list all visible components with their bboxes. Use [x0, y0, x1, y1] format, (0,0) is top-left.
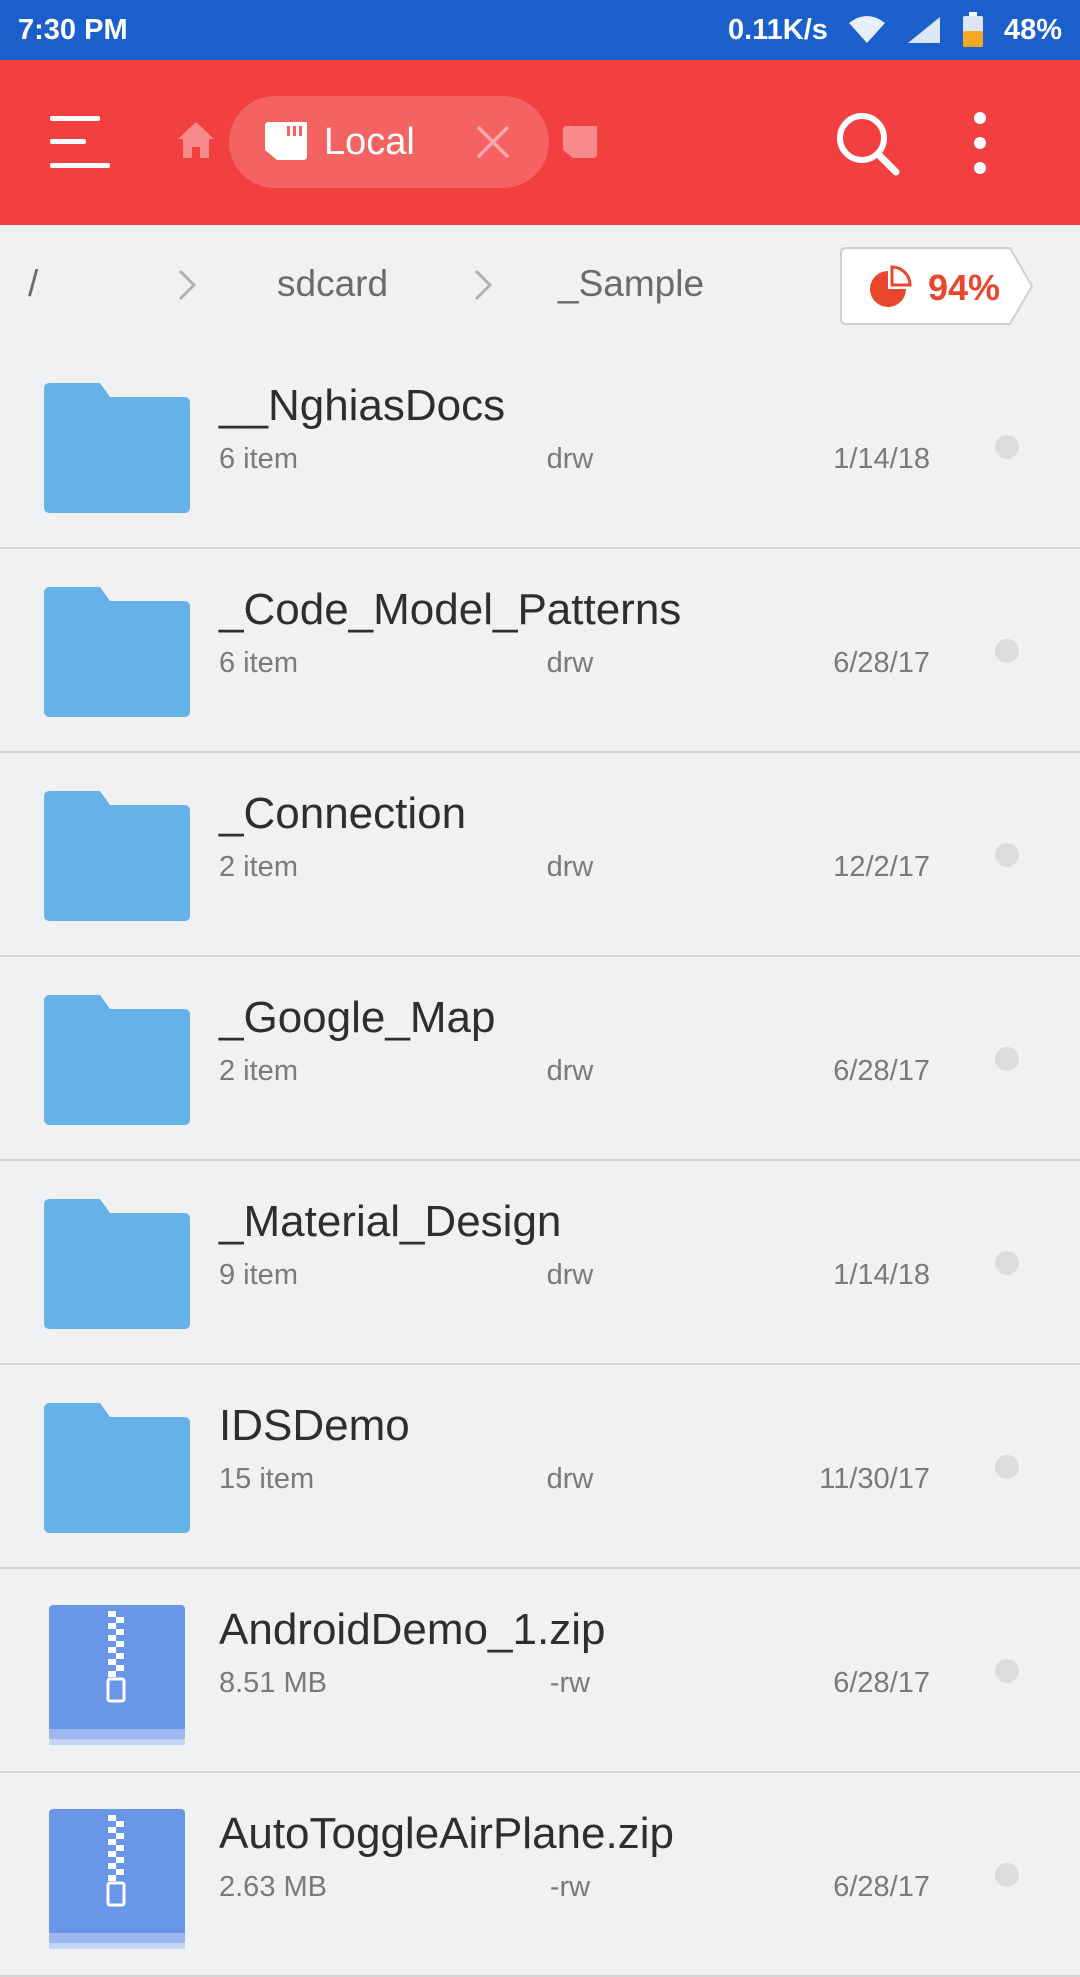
file-name: _Material_Design: [219, 1197, 562, 1246]
file-date: 12/2/17: [833, 851, 930, 883]
file-permissions: drw: [546, 1055, 594, 1087]
file-name: _Connection: [219, 789, 467, 838]
sdcard-icon: [265, 122, 307, 160]
file-row[interactable]: AutoToggleAirPlane.zip 2.63 MB -rw 6/28/17: [0, 1773, 1080, 1977]
storage-usage-badge[interactable]: 94%: [840, 247, 1034, 325]
file-permissions: drw: [546, 647, 594, 679]
home-icon[interactable]: [176, 120, 216, 160]
file-permissions: drw: [546, 1463, 594, 1495]
chevron-right-icon: [474, 269, 493, 301]
folder-icon: [44, 995, 190, 1125]
signal-icon: [907, 17, 940, 43]
breadcrumb-root[interactable]: /: [28, 263, 38, 305]
folder-icon: [44, 587, 190, 717]
file-name: AutoToggleAirPlane.zip: [219, 1809, 674, 1858]
file-name: _Code_Model_Patterns: [219, 585, 682, 634]
file-row[interactable]: _Code_Model_Patterns 6 item drw 6/28/17: [0, 549, 1080, 753]
tab-local[interactable]: Local: [229, 96, 549, 188]
file-permissions: drw: [546, 1259, 594, 1291]
file-date: 6/28/17: [833, 1055, 930, 1087]
battery-icon: [962, 12, 983, 47]
file-date: 6/28/17: [833, 647, 930, 679]
file-row[interactable]: AndroidDemo_1.zip 8.51 MB -rw 6/28/17: [0, 1569, 1080, 1773]
battery-percent: 48%: [1003, 13, 1062, 46]
file-row[interactable]: _Material_Design 9 item drw 1/14/18: [0, 1161, 1080, 1365]
file-name: _Google_Map: [219, 993, 496, 1042]
file-row[interactable]: _Connection 2 item drw 12/2/17: [0, 753, 1080, 957]
folder-icon: [44, 1403, 190, 1533]
breadcrumb-sample[interactable]: _Sample: [558, 263, 704, 305]
sdcard-icon[interactable]: [561, 126, 599, 158]
file-size: 6 item: [219, 443, 298, 475]
file-list: __NghiasDocs 6 item drw 1/14/18 _Code_Model_…: [0, 345, 1080, 1977]
search-icon[interactable]: [834, 110, 900, 176]
status-indicators: 0.11K/s 48%: [728, 12, 1062, 48]
folder-icon: [44, 791, 190, 921]
folder-icon: [44, 1199, 190, 1329]
network-speed: 0.11K/s: [727, 13, 828, 46]
file-name: __NghiasDocs: [219, 381, 506, 430]
select-dot[interactable]: [995, 1659, 1019, 1683]
breadcrumb-sdcard[interactable]: sdcard: [277, 263, 388, 305]
file-size: 8.51 MB: [219, 1667, 327, 1699]
file-row[interactable]: _Google_Map 2 item drw 6/28/17: [0, 957, 1080, 1161]
file-permissions: drw: [546, 443, 594, 475]
file-date: 6/28/17: [833, 1667, 930, 1699]
menu-icon[interactable]: [50, 114, 114, 170]
file-size: 15 item: [219, 1463, 315, 1495]
file-size: 2 item: [219, 851, 298, 883]
file-row[interactable]: __NghiasDocs 6 item drw 1/14/18: [0, 345, 1080, 549]
file-size: 9 item: [219, 1259, 298, 1291]
zip-file-icon: [44, 1605, 190, 1745]
select-dot[interactable]: [995, 1455, 1019, 1479]
select-dot[interactable]: [995, 843, 1019, 867]
close-icon[interactable]: [475, 124, 511, 160]
file-size: 6 item: [219, 647, 298, 679]
select-dot[interactable]: [995, 639, 1019, 663]
tab-local-label: Local: [324, 121, 415, 163]
wifi-icon: [848, 16, 885, 43]
file-permissions: -rw: [549, 1667, 591, 1699]
pie-chart-icon: [870, 265, 912, 307]
file-size: 2 item: [219, 1055, 298, 1087]
more-vert-icon[interactable]: [962, 110, 998, 176]
breadcrumb: / sdcard _Sample 94%: [0, 225, 1080, 345]
select-dot[interactable]: [995, 1863, 1019, 1887]
file-name: IDSDemo: [219, 1401, 410, 1450]
file-size: 2.63 MB: [219, 1871, 327, 1903]
file-date: 1/14/18: [833, 443, 930, 475]
select-dot[interactable]: [995, 435, 1019, 459]
storage-percent: 94%: [928, 267, 1001, 308]
file-name: AndroidDemo_1.zip: [219, 1605, 606, 1654]
file-date: 11/30/17: [819, 1463, 930, 1495]
file-row[interactable]: IDSDemo 15 item drw 11/30/17: [0, 1365, 1080, 1569]
status-bar: 7:30 PM 0.11K/s 48%: [0, 0, 1080, 60]
file-permissions: -rw: [549, 1871, 591, 1903]
select-dot[interactable]: [995, 1047, 1019, 1071]
select-dot[interactable]: [995, 1251, 1019, 1275]
file-date: 1/14/18: [833, 1259, 930, 1291]
chevron-right-icon: [178, 269, 197, 301]
app-bar: Local: [0, 60, 1080, 225]
zip-file-icon: [44, 1809, 190, 1949]
status-time: 7:30 PM: [18, 13, 128, 46]
file-permissions: drw: [546, 851, 594, 883]
folder-icon: [44, 383, 190, 513]
file-date: 6/28/17: [833, 1871, 930, 1903]
